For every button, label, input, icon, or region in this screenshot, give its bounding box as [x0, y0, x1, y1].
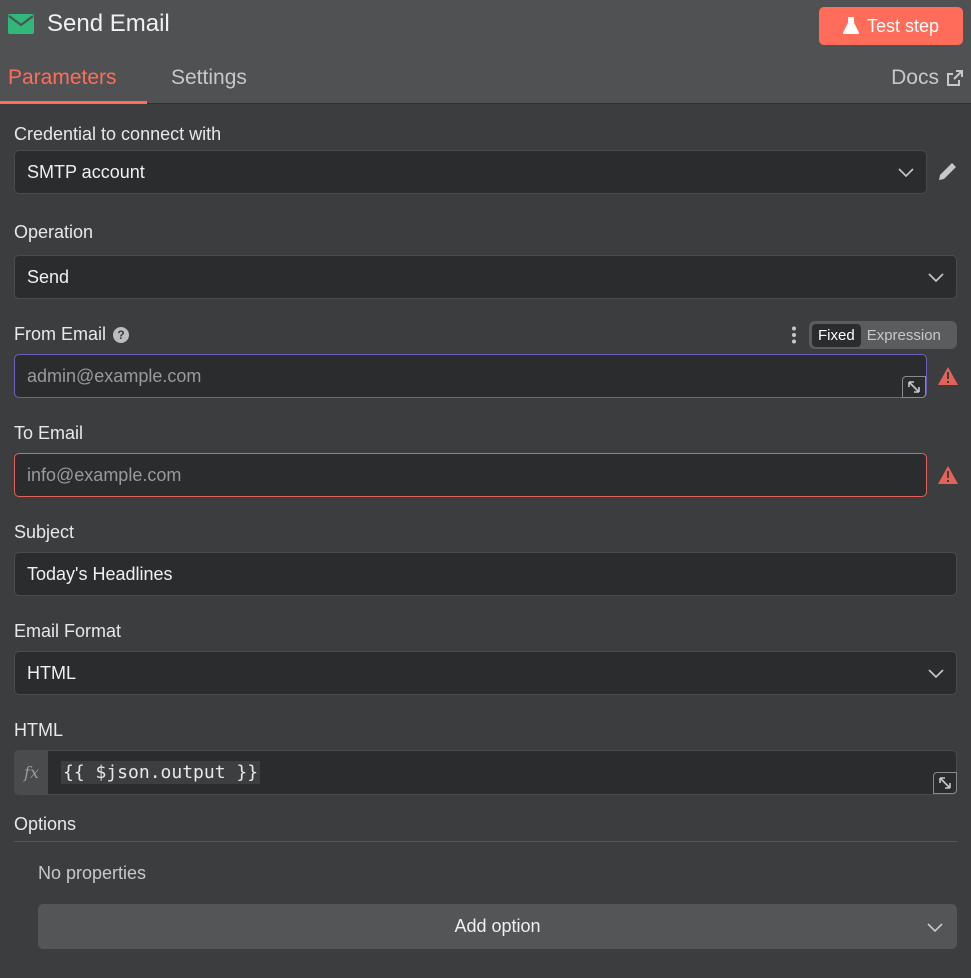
chevron-down-icon: [927, 923, 943, 933]
email-format-label: Email Format: [14, 621, 122, 641]
pencil-icon[interactable]: [937, 160, 959, 182]
test-step-label: Test step: [866, 15, 940, 36]
title-row: Send Email: [8, 10, 170, 38]
options-label: Options: [14, 814, 77, 834]
docs-link[interactable]: Docs: [891, 66, 963, 90]
html-label: HTML: [14, 720, 63, 740]
subject-label: Subject: [14, 522, 75, 542]
credential-label: Credential to connect with: [14, 124, 222, 144]
from-email-label: From Email?: [14, 324, 130, 345]
node-title: Send Email: [47, 10, 170, 37]
to-email-label: To Email: [14, 423, 84, 443]
mode-fixed[interactable]: Fixed: [812, 323, 861, 347]
operation-select[interactable]: Send: [14, 255, 957, 299]
chevron-down-icon: [928, 273, 944, 283]
mail-icon: [8, 14, 34, 34]
warning-icon: [938, 466, 958, 484]
no-properties-text: No properties: [38, 863, 147, 883]
subject-input[interactable]: Today's Headlines: [14, 552, 957, 596]
from-email-placeholder: admin@example.com: [27, 365, 202, 386]
html-expression-value: {{ $json.output }}: [61, 761, 261, 784]
tab-settings[interactable]: Settings: [163, 62, 255, 104]
from-email-label-text: From Email: [14, 324, 107, 344]
email-format-select[interactable]: HTML: [14, 651, 957, 695]
external-link-icon: [947, 70, 963, 86]
warning-icon: [938, 367, 958, 385]
credential-value: SMTP account: [27, 161, 145, 182]
operation-value: Send: [27, 266, 70, 287]
divider: [14, 841, 957, 842]
credential-select[interactable]: SMTP account: [14, 150, 927, 194]
docs-label: Docs: [891, 66, 939, 89]
expand-icon[interactable]: [933, 772, 957, 794]
test-step-button[interactable]: Test step: [819, 7, 963, 45]
to-email-placeholder: info@example.com: [27, 464, 182, 485]
tab-parameters[interactable]: Parameters: [0, 62, 147, 104]
tab-bar: Parameters Settings: [0, 62, 255, 104]
subject-value: Today's Headlines: [27, 563, 173, 584]
more-options-icon[interactable]: [791, 326, 797, 344]
add-option-button[interactable]: Add option: [38, 904, 957, 949]
mode-expression[interactable]: Expression: [861, 324, 947, 347]
flask-icon: [842, 17, 859, 34]
fixed-expression-toggle[interactable]: Fixed Expression: [809, 321, 957, 349]
chevron-down-icon: [928, 669, 944, 679]
fx-icon: fx: [15, 751, 48, 794]
html-expression-input[interactable]: fx {{ $json.output }}: [14, 750, 957, 795]
help-icon[interactable]: ?: [113, 327, 130, 343]
email-format-value: HTML: [27, 662, 76, 683]
expand-icon[interactable]: [902, 376, 926, 398]
operation-label: Operation: [14, 222, 94, 242]
to-email-input[interactable]: info@example.com: [14, 453, 927, 497]
chevron-down-icon: [898, 168, 914, 178]
node-header: Send Email Test step Parameters Settings…: [0, 0, 971, 104]
add-option-label: Add option: [454, 916, 541, 936]
from-email-input[interactable]: admin@example.com: [14, 354, 927, 398]
